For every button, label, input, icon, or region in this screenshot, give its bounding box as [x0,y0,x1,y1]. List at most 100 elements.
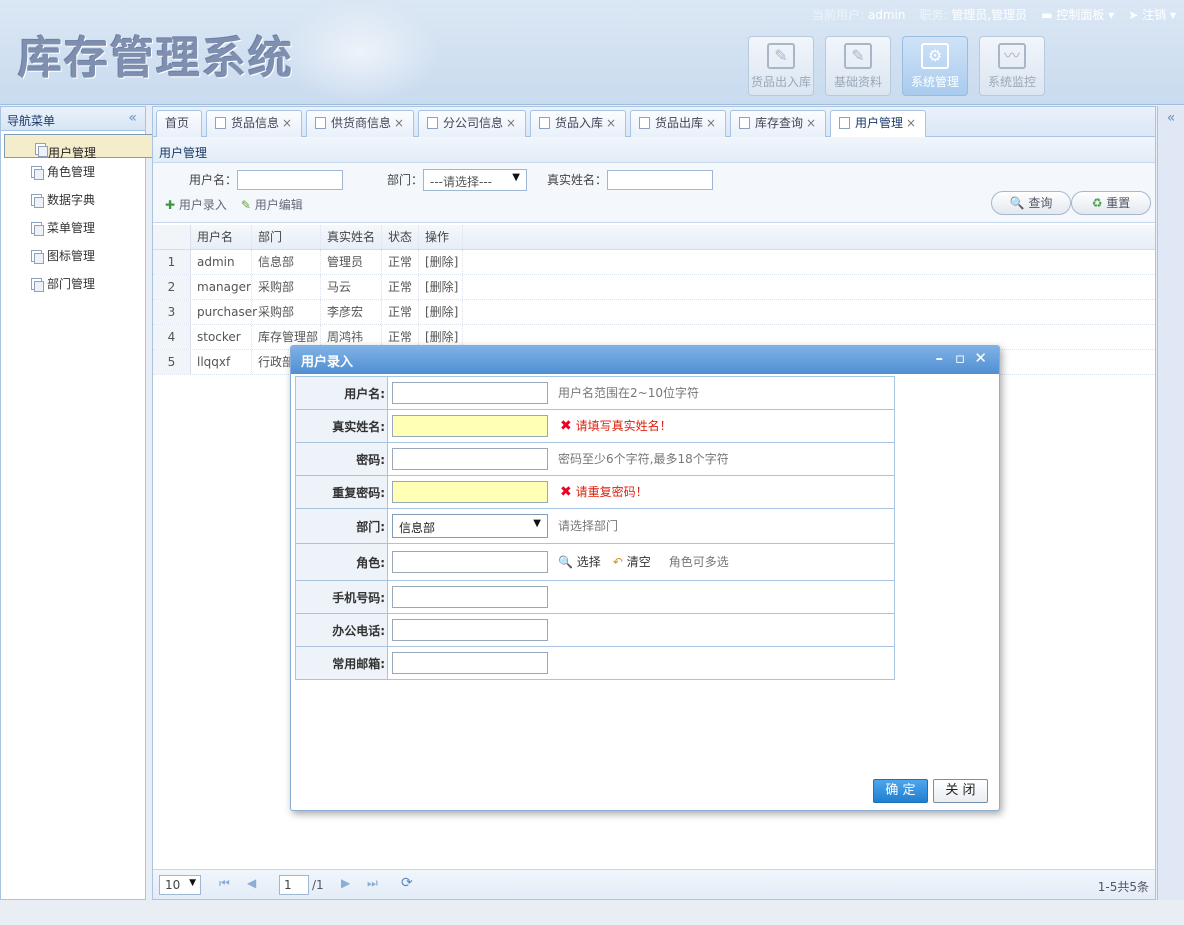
tab-goods-info[interactable]: 货品信息 × [206,110,302,137]
sidebar-item-label: 图标管理 [47,249,96,263]
page-icon [215,117,226,129]
column-header[interactable]: 部门 [252,225,321,249]
username-input[interactable] [392,382,548,404]
query-button[interactable]: 🔍 查询 [991,191,1071,215]
row-number: 5 [153,350,191,374]
prev-page-icon[interactable]: ◀ [247,876,256,890]
action-links: ✚ 用户录入 ✎ 用户编辑 [165,196,303,213]
next-page-icon[interactable]: ▶ [341,876,350,890]
close-icon[interactable]: × [906,116,916,130]
first-page-icon[interactable]: ⏮ [219,876,230,891]
sidebar-item-role-management[interactable]: 角色管理 [1,158,145,186]
edit-user-link[interactable]: ✎ 用户编辑 [241,196,303,213]
page-number-input[interactable]: 1 [279,875,309,895]
password2-label: 重复密码: [295,475,388,509]
top-button-system-admin[interactable]: ⚙ 系统管理 [902,36,968,96]
user-bar: 当前用户: admin 职务: 管理员,管理员 ▬ 控制面板 ▾ ➤ 注销 ▾ [812,6,1176,23]
top-button-system-monitor[interactable]: 〰系统监控 [979,36,1045,96]
page-icon [31,222,44,236]
username-search-label: 用户名： [189,173,238,187]
column-header[interactable]: 状态 [382,225,419,249]
page-icon [31,166,44,180]
column-header[interactable]: 用户名 [191,225,252,249]
top-button-basic-data[interactable]: ✎ 基础资料 [825,36,891,96]
page-icon [31,250,44,264]
close-icon[interactable]: × [806,116,816,130]
column-header[interactable]: 真实姓名 [321,225,382,249]
role-select-button[interactable]: 🔍 选择 [558,555,601,569]
delete-link[interactable]: [删除] [419,250,463,274]
tab-stock-in[interactable]: 货品入库 × [530,110,626,137]
page-size-value: 10 [165,878,181,892]
refresh-icon[interactable]: ⟳ [401,875,413,891]
total-pages: /1 [312,878,324,892]
send-icon: ➤ [1128,8,1139,22]
add-user-link[interactable]: ✚ 用户录入 [165,196,227,213]
cell-realname: 马云 [321,275,382,299]
right-collapsed-panel[interactable]: « [1157,106,1184,900]
role-clear-button[interactable]: ↶ 清空 [613,555,651,569]
close-icon[interactable]: × [706,116,716,130]
header-glow [280,0,440,105]
sidebar-item-user-management[interactable]: 用户管理 [4,134,160,160]
close-icon[interactable]: × [506,116,516,130]
page-size-select[interactable]: 10 ▼ [159,875,201,895]
chevron-down-icon: ▼ [512,172,520,183]
cell-status: 正常 [382,250,419,274]
collapse-left-icon[interactable]: « [128,110,137,126]
realname-input[interactable] [392,415,548,437]
password2-input[interactable] [392,481,548,503]
panel-title: 用户管理 [153,137,1155,163]
minimize-icon[interactable]: – [936,349,944,367]
role-input[interactable] [392,551,548,573]
dept-search-select[interactable]: ---请选择--- ▼ [423,169,527,191]
ok-button[interactable]: 确 定 [873,779,928,803]
delete-link[interactable]: [删除] [419,300,463,324]
column-header[interactable]: 操作 [419,225,463,249]
tab-home[interactable]: 首页 [156,110,202,137]
table-row[interactable]: 3 purchaser 采购部 李彦宏 正常 [删除] [153,300,1155,325]
cell-realname: 管理员 [321,250,382,274]
top-button-stock-io[interactable]: ✎ 货品出入库 [748,36,814,96]
tab-branch-info[interactable]: 分公司信息 × [418,110,526,137]
table-row[interactable]: 2 manager 采购部 马云 正常 [删除] [153,275,1155,300]
close-icon[interactable]: × [394,116,404,130]
realname-search-input[interactable] [607,170,713,190]
last-page-icon[interactable]: ⏭ [367,876,378,891]
chevron-down-icon: ▾ [1169,8,1176,22]
reset-button[interactable]: ♻ 重置 [1071,191,1151,215]
table-row[interactable]: 1 admin 信息部 管理员 正常 [删除] [153,250,1155,275]
folder-icon: ▬ [1041,8,1053,22]
close-icon[interactable]: × [282,116,292,130]
logout-menu[interactable]: ➤ 注销 ▾ [1128,6,1176,23]
dept-select[interactable]: 信息部 ▼ [392,514,548,538]
close-icon[interactable]: × [606,116,616,130]
sidebar-item-icon-management[interactable]: 图标管理 [1,242,145,270]
dept-search-label: 部门： [387,173,424,187]
grid-header: 用户名 部门 真实姓名 状态 操作 [153,225,1155,250]
error-icon: ✖ [560,417,572,434]
phone-input[interactable] [392,619,548,641]
mobile-input[interactable] [392,586,548,608]
password-input[interactable] [392,448,548,470]
cell-username: manager [191,275,252,299]
delete-link[interactable]: [删除] [419,275,463,299]
tab-inventory-query[interactable]: 库存查询 × [730,110,826,137]
tab-supplier-info[interactable]: 供货商信息 × [306,110,414,137]
sidebar-item-department-management[interactable]: 部门管理 [1,270,145,298]
email-input[interactable] [392,652,548,674]
user-entry-dialog: 用户录入 – ▫ ✕ 用户名: 用户名范围在2~10位字符 真实姓名: ✖ 请填… [290,345,1000,811]
close-button[interactable]: 关 闭 [933,779,988,803]
control-panel-menu[interactable]: ▬ 控制面板 ▾ [1041,6,1114,23]
realname-cell: ✖ 请填写真实姓名！ [387,409,895,443]
tab-stock-out[interactable]: 货品出库 × [630,110,726,137]
settings-icon: ⚙ [921,43,949,69]
sidebar-item-data-dictionary[interactable]: 数据字典 [1,186,145,214]
tab-user-management[interactable]: 用户管理 × [830,110,926,138]
username-search-input[interactable] [237,170,343,190]
close-icon[interactable]: ✕ [974,349,987,367]
top-button-label: 货品出入库 [750,75,811,89]
maximize-icon[interactable]: ▫ [955,349,965,367]
cell-dept: 采购部 [252,300,321,324]
sidebar-item-menu-management[interactable]: 菜单管理 [1,214,145,242]
